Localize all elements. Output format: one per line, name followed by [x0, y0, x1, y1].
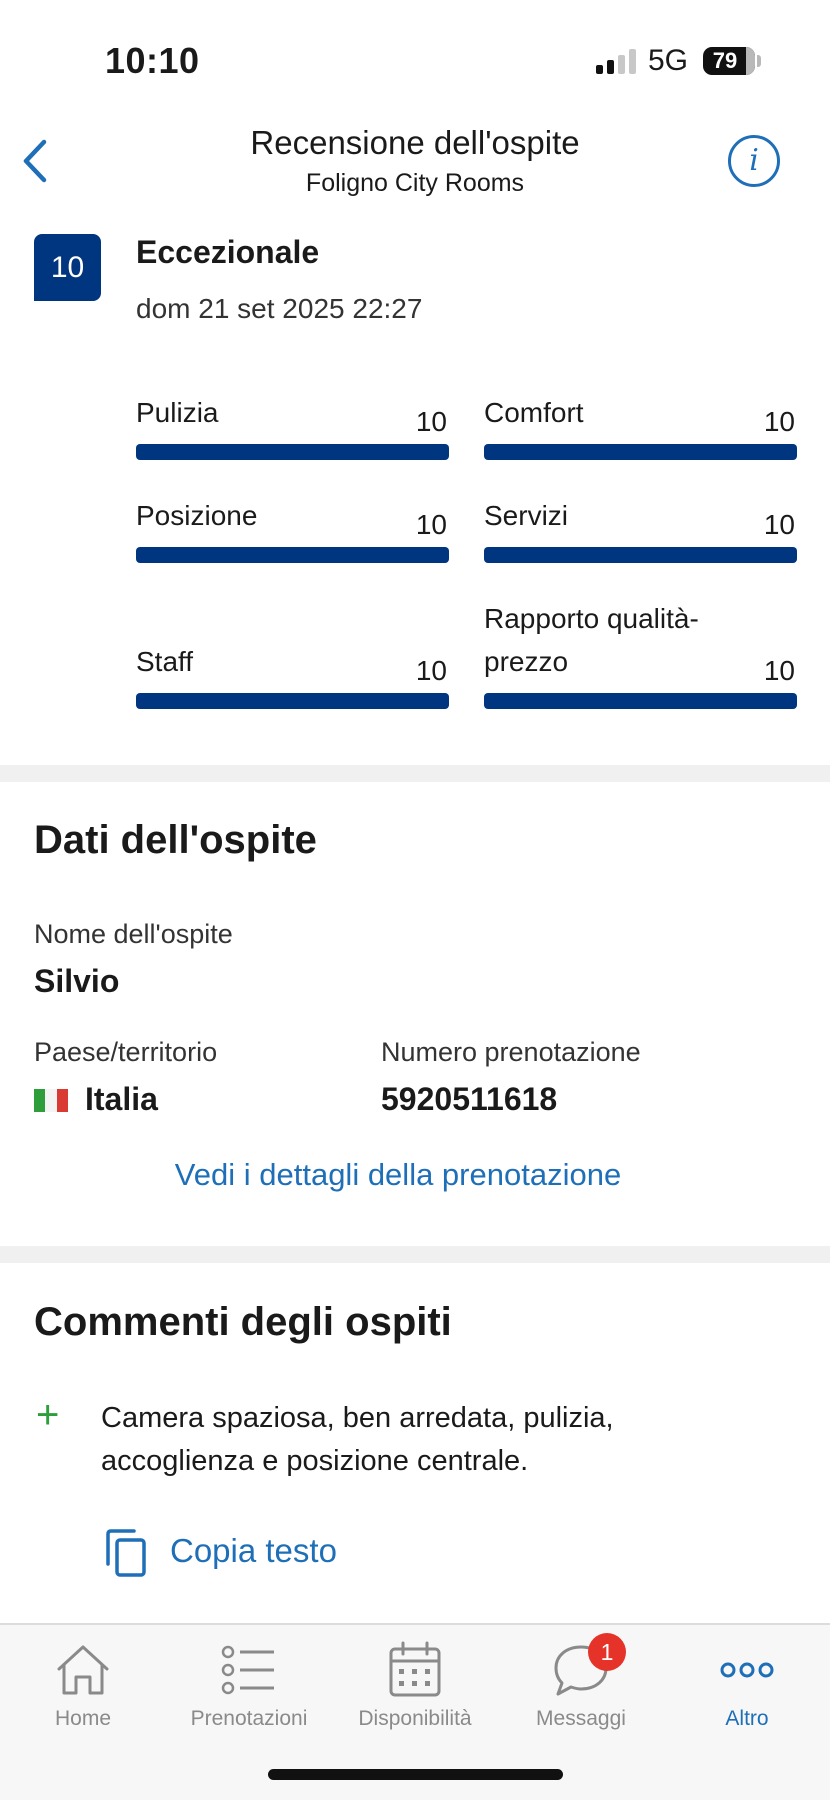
list-icon	[221, 1645, 274, 1695]
info-button[interactable]: i	[728, 135, 780, 187]
category-score-rapporto-qualita-prezzo: Rapporto qualità-prezzo 10	[484, 597, 797, 709]
cellular-signal-icon	[596, 48, 636, 74]
battery-level: 79	[712, 48, 738, 73]
tab-label: Prenotazioni	[190, 1707, 308, 1730]
category-value: 10	[763, 655, 795, 686]
guest-country: Italia	[85, 1081, 158, 1117]
copy-text-label: Copia testo	[170, 1532, 337, 1569]
category-score-staff: Staff 10	[136, 640, 449, 709]
status-bar: 10:10 5G 79	[0, 0, 830, 110]
category-label: Comfort	[484, 397, 584, 428]
category-score-comfort: Comfort 10	[484, 391, 797, 460]
section-divider	[0, 765, 830, 782]
home-icon	[57, 1645, 109, 1695]
nav-header: Recensione dell'ospite Foligno City Room…	[0, 110, 830, 210]
category-bar	[136, 693, 449, 709]
category-label: Pulizia	[136, 397, 219, 428]
category-bar	[136, 547, 449, 563]
battery-icon: 79	[703, 47, 755, 75]
guest-comments-title: Commenti degli ospiti	[34, 1300, 452, 1344]
tab-label: Messaggi	[536, 1707, 626, 1730]
category-value: 10	[763, 509, 795, 540]
category-value: 10	[415, 509, 447, 540]
guest-name: Silvio	[34, 963, 120, 999]
booking-number-label: Numero prenotazione	[381, 1037, 641, 1067]
home-indicator	[268, 1769, 563, 1780]
status-time: 10:10	[105, 40, 200, 81]
network-type: 5G	[648, 44, 689, 77]
guest-data-title: Dati dell'ospite	[34, 818, 317, 862]
country-label: Paese/territorio	[34, 1037, 218, 1067]
tab-disponibilita[interactable]: Disponibilità	[332, 1639, 498, 1749]
positive-comment: Camera spaziosa, ben arredata, pulizia, …	[101, 1402, 614, 1477]
category-label: Rapporto qualità-prezzo	[484, 603, 699, 677]
unread-badge: 1	[588, 1633, 626, 1671]
category-score-pulizia: Pulizia 10	[136, 391, 449, 460]
category-bar	[484, 547, 797, 563]
category-bar	[484, 693, 797, 709]
category-label: Posizione	[136, 500, 258, 531]
info-icon: i	[749, 143, 759, 178]
tab-label: Disponibilità	[358, 1707, 472, 1730]
property-name: Foligno City Rooms	[305, 169, 525, 197]
category-label: Servizi	[484, 500, 569, 531]
review-score-badge: 10	[34, 234, 101, 301]
italy-flag-icon	[34, 1089, 68, 1112]
copy-icon	[106, 1529, 146, 1577]
category-label: Staff	[136, 646, 194, 677]
tab-altro[interactable]: Altro	[664, 1639, 830, 1749]
page-title: Recensione dell'ospite	[250, 124, 580, 161]
tab-prenotazioni[interactable]: Prenotazioni	[166, 1639, 332, 1749]
booking-number: 5920511618	[381, 1081, 558, 1117]
booking-details-link[interactable]: Vedi i dettagli della prenotazione	[0, 1157, 796, 1193]
tab-messaggi[interactable]: Messaggi 1	[498, 1633, 664, 1749]
category-value: 10	[415, 406, 447, 437]
more-dots-icon	[720, 1662, 774, 1678]
category-score-servizi: Servizi 10	[484, 494, 797, 563]
calendar-icon	[389, 1641, 441, 1697]
guest-name-label: Nome dell'ospite	[34, 919, 233, 949]
category-value: 10	[763, 406, 795, 437]
section-divider	[0, 1246, 830, 1263]
battery-tip	[757, 55, 761, 67]
review-score-word: Eccezionale	[136, 234, 320, 270]
plus-icon: +	[36, 1393, 60, 1437]
category-bar	[136, 444, 449, 460]
category-value: 10	[415, 655, 447, 686]
category-score-posizione: Posizione 10	[136, 494, 449, 563]
tab-home[interactable]: Home	[0, 1639, 166, 1749]
tab-label: Altro	[725, 1707, 769, 1730]
tab-label: Home	[54, 1707, 112, 1730]
review-date: dom 21 set 2025 22:27	[136, 293, 423, 324]
category-bar	[484, 444, 797, 460]
